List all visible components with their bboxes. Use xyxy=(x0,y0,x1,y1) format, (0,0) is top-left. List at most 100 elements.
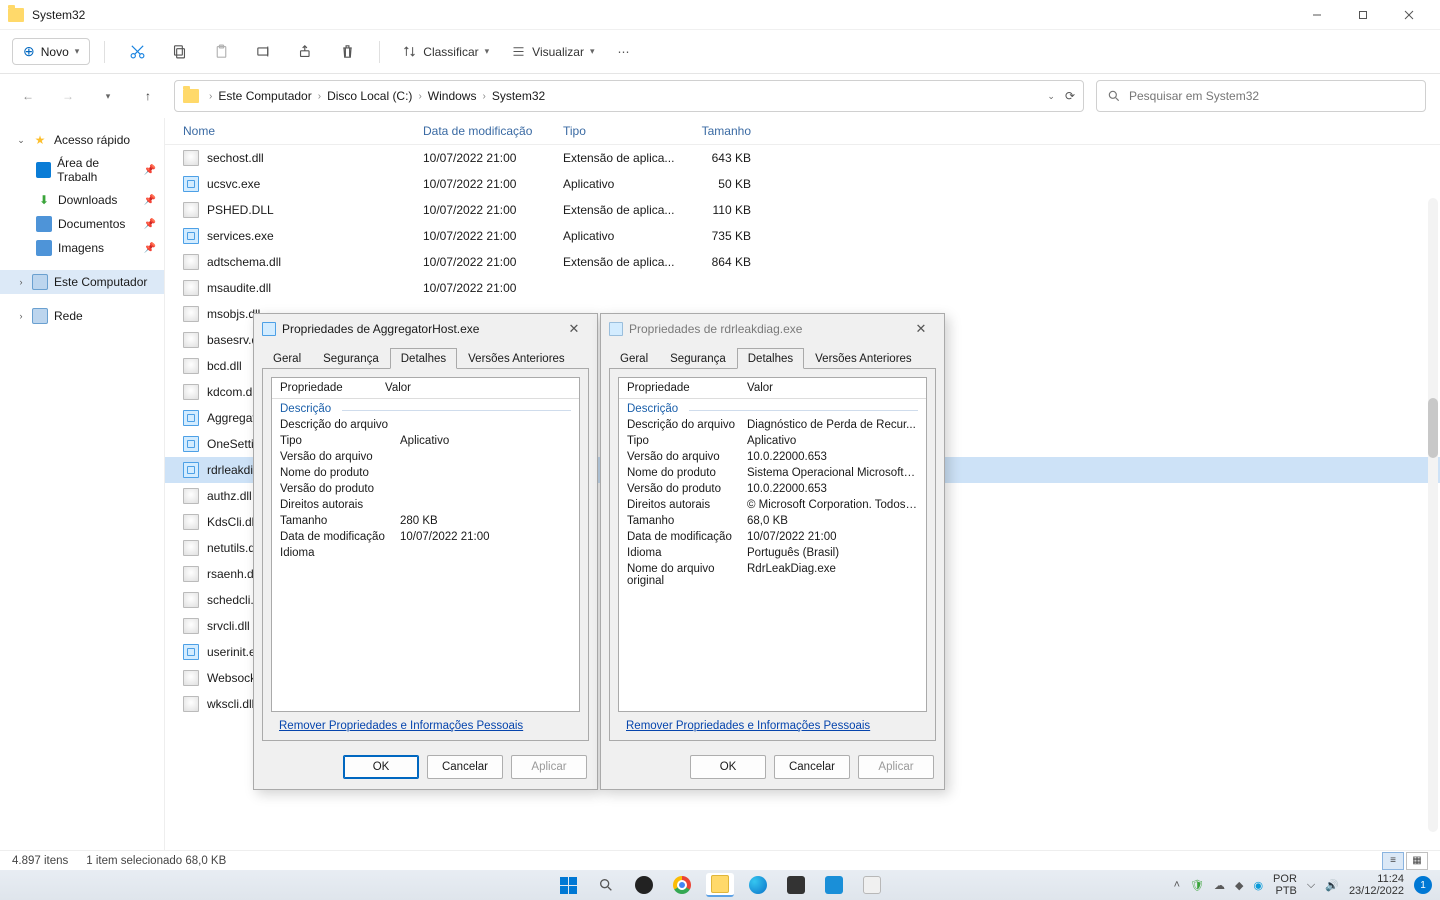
taskbar-app[interactable] xyxy=(858,873,886,897)
property-row[interactable]: Idioma xyxy=(272,545,579,561)
property-row[interactable]: Data de modificação10/07/2022 21:00 xyxy=(272,529,579,545)
apply-button[interactable]: Aplicar xyxy=(858,755,934,779)
taskbar-app[interactable] xyxy=(820,873,848,897)
property-row[interactable]: Tamanho280 KB xyxy=(272,513,579,529)
sidebar-item-desktop[interactable]: Área de Trabalh📌 xyxy=(0,152,164,188)
breadcrumb-item[interactable]: Este Computador› xyxy=(218,89,321,103)
copy-button[interactable] xyxy=(161,37,197,67)
cut-button[interactable] xyxy=(119,37,155,67)
file-row[interactable]: ucsvc.exe10/07/2022 21:00Aplicativo50 KB xyxy=(165,171,1440,197)
ok-button[interactable]: OK xyxy=(690,755,766,779)
property-row[interactable]: Direitos autorais xyxy=(272,497,579,513)
sidebar-this-pc[interactable]: › Este Computador xyxy=(0,270,164,294)
file-row[interactable]: services.exe10/07/2022 21:00Aplicativo73… xyxy=(165,223,1440,249)
share-button[interactable] xyxy=(287,37,323,67)
property-row[interactable]: TipoAplicativo xyxy=(272,433,579,449)
taskbar-steam[interactable] xyxy=(630,873,658,897)
column-date[interactable]: Data de modificação xyxy=(423,124,563,138)
chevron-down-icon[interactable]: ⌄ xyxy=(1047,91,1055,102)
property-row[interactable]: Versão do arquivo xyxy=(272,449,579,465)
column-size[interactable]: Tamanho xyxy=(681,124,771,138)
view-button[interactable]: Visualizar ▾ xyxy=(503,40,602,63)
dialog-tab[interactable]: Detalhes xyxy=(737,348,804,369)
remove-properties-link[interactable]: Remover Propriedades e Informações Pesso… xyxy=(618,712,870,732)
file-row[interactable]: adtschema.dll10/07/2022 21:00Extensão de… xyxy=(165,249,1440,275)
taskbar-terminal[interactable] xyxy=(782,873,810,897)
file-row[interactable]: PSHED.DLL10/07/2022 21:00Extensão de apl… xyxy=(165,197,1440,223)
sidebar-item-documents[interactable]: Documentos📌 xyxy=(0,212,164,236)
close-button[interactable] xyxy=(1386,0,1432,30)
tray-app-icon[interactable]: ◉ xyxy=(1253,879,1263,892)
breadcrumb-item[interactable]: System32 xyxy=(492,89,545,103)
property-row[interactable]: Versão do produto10.0.22000.653 xyxy=(619,481,926,497)
close-button[interactable]: ✕ xyxy=(906,321,936,337)
minimize-button[interactable] xyxy=(1294,0,1340,30)
cancel-button[interactable]: Cancelar xyxy=(774,755,850,779)
view-thumbnails-button[interactable]: ▦ xyxy=(1406,852,1428,870)
file-row[interactable]: sechost.dll10/07/2022 21:00Extensão de a… xyxy=(165,145,1440,171)
paste-button[interactable] xyxy=(203,37,239,67)
tray-volume-icon[interactable]: 🔊 xyxy=(1325,879,1339,892)
taskbar-explorer[interactable] xyxy=(706,873,734,897)
property-row[interactable]: Data de modificação10/07/2022 21:00 xyxy=(619,529,926,545)
taskbar-search[interactable] xyxy=(592,873,620,897)
breadcrumb-item[interactable]: Windows› xyxy=(428,89,486,103)
more-button[interactable]: ⋯ xyxy=(609,37,639,67)
tray-security-icon[interactable]: 🛡 xyxy=(1190,879,1204,892)
file-row[interactable]: msaudite.dll10/07/2022 21:00 xyxy=(165,275,1440,301)
maximize-button[interactable] xyxy=(1340,0,1386,30)
address-bar[interactable]: › Este Computador› Disco Local (C:)› Win… xyxy=(174,80,1084,112)
property-row[interactable]: Nome do produto xyxy=(272,465,579,481)
forward-button[interactable]: → xyxy=(54,82,82,110)
property-row[interactable]: Nome do arquivo originalRdrLeakDiag.exe xyxy=(619,561,926,589)
tray-chevron-icon[interactable]: ˄ xyxy=(1174,879,1180,891)
sidebar-quick-access[interactable]: ⌄ ★ Acesso rápido xyxy=(0,128,164,152)
dialog-titlebar[interactable]: Propriedades de rdrleakdiag.exe ✕ xyxy=(601,314,944,344)
back-button[interactable]: ← xyxy=(14,82,42,110)
property-row[interactable]: Tamanho68,0 KB xyxy=(619,513,926,529)
recent-button[interactable]: ▾ xyxy=(94,82,122,110)
tray-notifications[interactable]: 1 xyxy=(1414,876,1432,894)
cancel-button[interactable]: Cancelar xyxy=(427,755,503,779)
file-list-header[interactable]: Nome Data de modificação Tipo Tamanho xyxy=(165,118,1440,145)
tray-language[interactable]: POR PTB xyxy=(1273,873,1297,897)
dialog-tab[interactable]: Versões Anteriores xyxy=(804,348,923,369)
property-row[interactable]: Versão do produto xyxy=(272,481,579,497)
start-button[interactable] xyxy=(554,873,582,897)
dialog-tab[interactable]: Detalhes xyxy=(390,348,457,369)
dialog-tab[interactable]: Geral xyxy=(609,348,659,369)
remove-properties-link[interactable]: Remover Propriedades e Informações Pesso… xyxy=(271,712,523,732)
rename-button[interactable] xyxy=(245,37,281,67)
apply-button[interactable]: Aplicar xyxy=(511,755,587,779)
up-button[interactable]: ↑ xyxy=(134,82,162,110)
new-button[interactable]: ⊕ Novo ▾ xyxy=(12,38,90,65)
ok-button[interactable]: OK xyxy=(343,755,419,779)
sort-button[interactable]: Classificar ▾ xyxy=(394,40,497,63)
search-input[interactable]: Pesquisar em System32 xyxy=(1096,80,1426,112)
sidebar-network[interactable]: › Rede xyxy=(0,304,164,328)
refresh-button[interactable]: ⟳ xyxy=(1065,89,1075,103)
scrollbar[interactable] xyxy=(1428,198,1438,832)
dialog-tab[interactable]: Geral xyxy=(262,348,312,369)
property-row[interactable]: Versão do arquivo10.0.22000.653 xyxy=(619,449,926,465)
property-row[interactable]: Direitos autorais© Microsoft Corporation… xyxy=(619,497,926,513)
tray-onedrive-icon[interactable]: ☁ xyxy=(1214,879,1225,892)
dialog-titlebar[interactable]: Propriedades de AggregatorHost.exe ✕ xyxy=(254,314,597,344)
taskbar-edge[interactable] xyxy=(744,873,772,897)
column-name[interactable]: Nome xyxy=(183,124,423,138)
tray-clock[interactable]: 11:24 23/12/2022 xyxy=(1349,873,1404,897)
dialog-tab[interactable]: Segurança xyxy=(659,348,737,369)
breadcrumb-item[interactable]: Disco Local (C:)› xyxy=(327,89,422,103)
dialog-tab[interactable]: Versões Anteriores xyxy=(457,348,576,369)
tray-app-icon[interactable]: ◆ xyxy=(1235,879,1243,892)
property-row[interactable]: IdiomaPortuguês (Brasil) xyxy=(619,545,926,561)
property-row[interactable]: TipoAplicativo xyxy=(619,433,926,449)
delete-button[interactable] xyxy=(329,37,365,67)
view-details-button[interactable]: ≡ xyxy=(1382,852,1404,870)
property-row[interactable]: Descrição do arquivoDiagnóstico de Perda… xyxy=(619,417,926,433)
sidebar-item-downloads[interactable]: ⬇Downloads📌 xyxy=(0,188,164,212)
tray-wifi-icon[interactable]: ⌵ xyxy=(1307,879,1315,892)
property-row[interactable]: Descrição do arquivo xyxy=(272,417,579,433)
column-type[interactable]: Tipo xyxy=(563,124,681,138)
scrollbar-thumb[interactable] xyxy=(1428,398,1438,458)
